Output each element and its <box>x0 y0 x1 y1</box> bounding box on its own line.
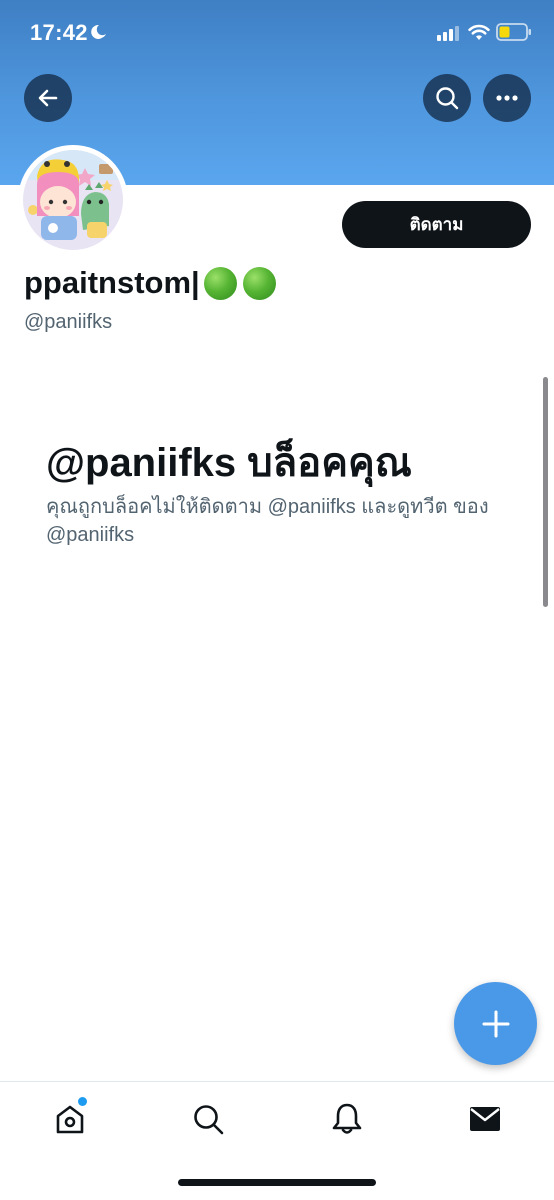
status-time: 17:42 <box>30 20 88 45</box>
ellipsis-icon <box>496 95 518 101</box>
blocked-message: คุณถูกบล็อคไม่ให้ติดตาม @paniifks และดูท… <box>46 496 489 546</box>
battery-icon <box>496 23 531 41</box>
search-icon <box>194 1105 224 1135</box>
plus-icon <box>482 1010 509 1037</box>
bell-icon <box>332 1103 362 1134</box>
home-new-content-dot <box>78 1097 87 1106</box>
signal-icon <box>437 26 459 41</box>
blocked-title: @paniifks บล็อคคุณ <box>46 441 412 485</box>
green-circle-emoji <box>203 266 237 300</box>
search-icon <box>436 87 459 110</box>
display-name: ppaitnstom| <box>24 265 276 301</box>
more-options-button[interactable] <box>483 74 531 122</box>
avatar[interactable] <box>18 145 128 255</box>
envelope-icon <box>470 1107 500 1131</box>
green-circle-emoji <box>242 266 276 300</box>
search-button[interactable] <box>423 74 471 122</box>
status-bar: 17:42 <box>0 0 554 66</box>
wifi-icon <box>468 24 490 40</box>
arrow-left-icon <box>38 89 58 107</box>
tab-notifications[interactable] <box>327 1099 367 1139</box>
scrollbar[interactable] <box>543 377 548 607</box>
profile-handle: @paniifks <box>24 311 113 333</box>
display-name-text: ppaitnstom| <box>24 265 200 300</box>
home-indicator[interactable] <box>178 1179 376 1186</box>
follow-button[interactable]: ติดตาม <box>342 201 531 248</box>
tab-search[interactable] <box>188 1099 228 1139</box>
avatar-image <box>23 150 123 250</box>
back-button[interactable] <box>24 74 72 122</box>
compose-tweet-button[interactable] <box>454 982 537 1065</box>
home-icon <box>56 1105 84 1134</box>
moon-icon <box>91 24 106 39</box>
tab-messages[interactable] <box>465 1099 505 1139</box>
